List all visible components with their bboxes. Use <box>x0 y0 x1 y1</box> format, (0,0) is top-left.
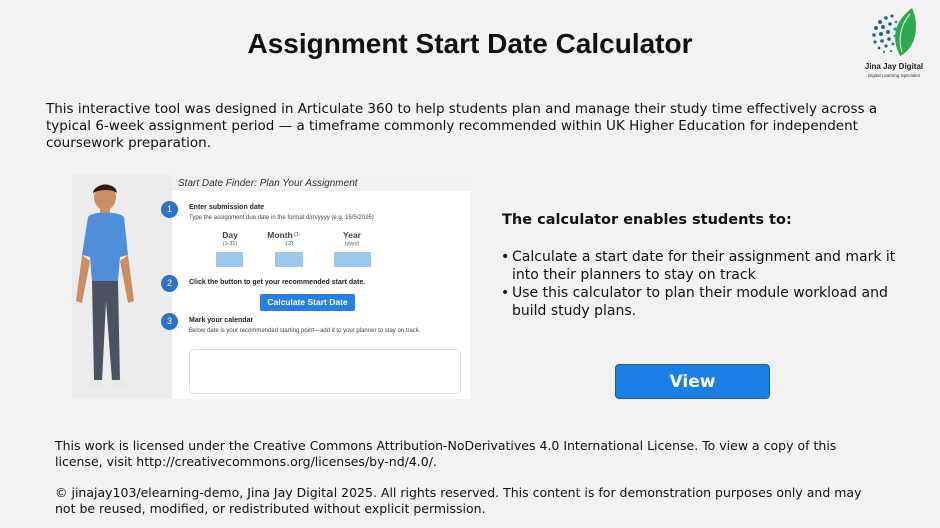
month-label: Month <box>267 230 293 240</box>
license-text: This work is licensed under the Creative… <box>55 438 837 469</box>
step-1-title: Enter submission date <box>189 204 265 211</box>
year-input[interactable] <box>334 252 371 267</box>
day-input[interactable] <box>216 252 243 267</box>
year-label: Year <box>343 230 361 240</box>
month-hint: 12) <box>285 241 293 247</box>
page-title: Assignment Start Date Calculator <box>247 28 693 59</box>
copyright-text: © jinajay103/elearning-demo, Jina Jay Di… <box>55 485 862 516</box>
day-hint: (1-31) <box>222 241 238 247</box>
list-item: Use this calculator to plan their module… <box>501 284 901 320</box>
step-2-title: Click the button to get your recommended… <box>189 279 366 286</box>
step-number-1: 1 <box>161 201 178 218</box>
preview-title: Start Date Finder: Plan Your Assignment <box>178 178 358 189</box>
month-input[interactable] <box>275 252 303 267</box>
list-item: Calculate a start date for their assignm… <box>501 248 901 284</box>
step-3-title: Mark your calendar <box>189 317 254 324</box>
step-1-description: Type the assignment due date in the form… <box>189 215 374 221</box>
step-number-2: 2 <box>161 275 178 292</box>
year-hint: (yyyy) <box>344 241 360 247</box>
calculate-start-date-button[interactable]: Calculate Start Date <box>260 294 355 311</box>
enables-heading: The calculator enables students to: <box>502 212 792 228</box>
view-button[interactable]: View <box>615 364 770 399</box>
intro-paragraph: This interactive tool was designed in Ar… <box>46 101 878 151</box>
brand-logo: Jina Jay Digital Digital Learning Specia… <box>858 6 938 82</box>
leaf-logo-icon <box>872 8 916 56</box>
day-label: Day <box>222 230 238 240</box>
student-figure-icon <box>76 184 134 387</box>
calculator-preview-image: Start Date Finder: Plan Your Assignment … <box>72 175 470 399</box>
brand-tagline: Digital Learning Specialist <box>868 73 920 78</box>
step-number-3: 3 <box>161 313 178 330</box>
brand-name: Jina Jay Digital <box>864 62 924 71</box>
enables-list: Calculate a start date for their assignm… <box>501 248 901 320</box>
month-label-suffix: (1- <box>294 232 301 238</box>
result-box <box>189 349 461 394</box>
step-3-description: Below date is your recommended starting … <box>189 328 421 334</box>
